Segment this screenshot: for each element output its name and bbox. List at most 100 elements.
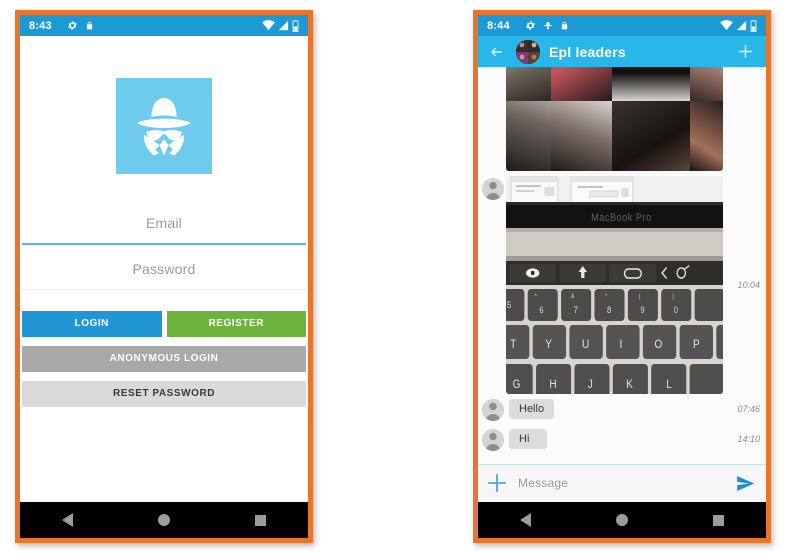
svg-text:U: U [582,338,589,351]
message-list[interactable]: MacBook Pro 5 6 ^ 7 & 8 * 9 (0) T Y U … [478,67,766,464]
collage-tile [506,67,552,101]
message-item-hi[interactable]: Hi 14:10 [478,424,766,454]
message-timestamp: 07:46 [737,404,760,414]
battery-icon [750,19,757,32]
svg-text:MacBook Pro: MacBook Pro [591,212,652,224]
battery-icon [292,19,299,32]
svg-text:^: ^ [534,294,537,301]
collage-tile [690,67,723,101]
primary-button-row: LOGIN REGISTER [22,311,306,337]
collage-grid [506,67,723,171]
message-item-macbook[interactable]: MacBook Pro 5 6 ^ 7 & 8 * 9 (0) T Y U … [478,176,766,394]
message-input[interactable]: Message [518,476,735,490]
anonymous-login-button[interactable]: ANONYMOUS LOGIN [22,346,306,372]
chat-title: Epl leaders [549,43,626,60]
svg-text:0: 0 [674,305,679,315]
svg-text:J: J [588,378,593,391]
avatar[interactable] [482,429,504,451]
back-icon[interactable] [62,513,74,527]
chat-app-bar: Epl leaders [478,36,766,67]
status-bar-right: 8:44 [478,15,766,36]
gear-icon [67,20,78,31]
home-icon[interactable] [615,514,628,526]
plus-icon[interactable] [486,472,508,494]
status-time: 8:43 [29,19,52,32]
svg-text:6: 6 [539,305,544,315]
email-field-placeholder: Email [145,215,182,231]
wifi-icon [262,20,275,31]
collage-photo[interactable] [506,67,723,171]
message-item-hello[interactable]: Hello 07:46 [478,394,766,424]
gear-icon [525,20,536,31]
spy-icon [137,97,191,156]
signal-icon [736,20,747,31]
password-field[interactable]: Password [22,256,306,290]
message-text: Hello [509,399,555,419]
collage-tile [612,101,691,171]
android-navbar-right [478,501,766,538]
group-avatar[interactable] [516,39,540,64]
android-navbar-left [20,501,308,538]
svg-text:O: O [655,338,663,351]
svg-text:&: & [571,294,575,301]
person-icon [482,429,504,451]
svg-text:T: T [510,338,516,351]
collage-tile [506,101,552,171]
avatar[interactable] [482,178,504,200]
status-left-group: 8:43 [26,20,262,32]
login-button[interactable]: LOGIN [22,311,162,337]
collage-tile [690,101,723,171]
screenshot-stage: 8:43 Email Password LOGIN REGISTER ANONY… [0,0,786,558]
svg-text:L: L [666,378,672,391]
avatar[interactable] [482,399,504,421]
wifi-icon [720,20,733,31]
svg-text:G: G [513,378,521,391]
status-right-group [262,19,299,32]
login-content: Email Password LOGIN REGISTER ANONYMOUS … [20,36,308,501]
app-logo-container [116,78,212,174]
collage-tile [551,67,613,101]
svg-text:P: P [693,338,700,351]
svg-text:8: 8 [607,305,612,315]
home-icon[interactable] [157,514,170,526]
chat-phone-frame: 8:44 Epl leaders MacBook Pro 5 6 ^ 7 & 8… [473,10,771,543]
message-item-collage[interactable] [478,67,766,171]
svg-text:7: 7 [574,305,579,315]
login-phone-frame: 8:43 Email Password LOGIN REGISTER ANONY… [15,10,313,543]
collage-tile [551,101,613,171]
lock-icon [560,20,569,31]
email-field[interactable]: Email [22,210,306,245]
status-time: 8:44 [487,19,510,32]
lock-icon [85,20,94,31]
register-button[interactable]: REGISTER [166,311,306,337]
recents-icon[interactable] [254,514,266,526]
plus-icon[interactable] [734,43,756,60]
recents-icon[interactable] [712,514,724,526]
svg-text:Y: Y [545,338,552,351]
signal-icon [278,20,289,31]
svg-text:(: ( [639,294,641,301]
macbook-keyboard-photo: MacBook Pro 5 6 ^ 7 & 8 * 9 (0) T Y U … [506,176,723,394]
collage-tile [612,67,691,101]
svg-text:H: H [549,378,556,391]
message-timestamp: 14:10 [737,434,760,444]
macbook-photo[interactable]: MacBook Pro 5 6 ^ 7 & 8 * 9 (0) T Y U … [506,176,723,394]
arrow-left-icon[interactable] [486,45,506,59]
send-icon[interactable] [735,473,756,494]
password-field-placeholder: Password [132,261,196,277]
svg-text:I: I [620,338,623,351]
spy-incognito-logo [116,78,212,174]
person-icon [482,399,504,421]
svg-text:K: K [626,378,633,391]
message-text: Hi [509,429,547,449]
person-icon [482,178,504,200]
status-bar-left: 8:43 [20,15,308,36]
message-composer: Message [478,464,766,501]
sync-icon [543,20,553,31]
svg-text:5: 5 [507,300,512,310]
reset-password-button[interactable]: RESET PASSWORD [22,381,306,407]
status-right-group [720,19,757,32]
message-timestamp: 10:04 [737,280,760,290]
back-icon[interactable] [520,513,532,527]
svg-text:): ) [672,294,674,301]
